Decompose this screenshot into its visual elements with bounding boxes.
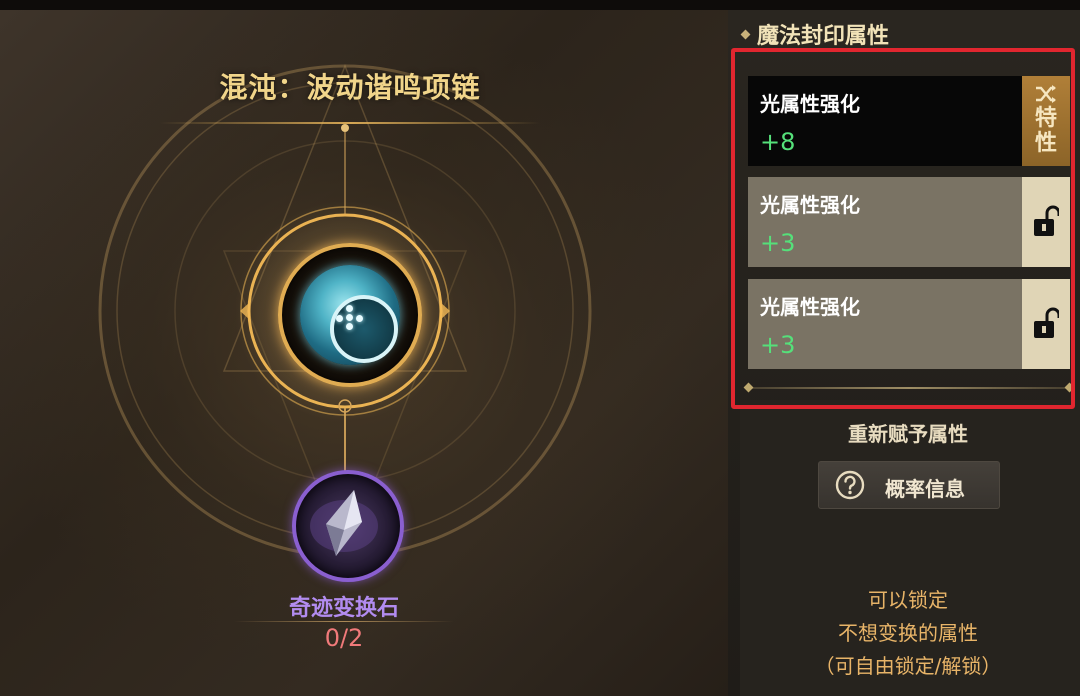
gem-dot [336, 315, 343, 322]
probability-info-button[interactable]: 概率信息 [818, 461, 1000, 509]
necklace-item-icon[interactable] [278, 243, 422, 387]
diamond-bullet-icon [740, 29, 751, 39]
seal-section-title: 魔法封印属性 [757, 24, 890, 49]
seal-section-header: 魔法封印属性 [740, 18, 890, 50]
miracle-stone-slot[interactable] [292, 470, 404, 582]
hint-line-1: 可以锁定 [868, 588, 948, 612]
hint-line-2: 不想变换的属性 [838, 621, 978, 645]
probability-info-label: 概率信息 [885, 477, 965, 501]
gem-dot [356, 315, 363, 322]
gem-dot [346, 305, 353, 312]
pendant-ring-icon [330, 295, 398, 363]
question-circle-icon [835, 470, 865, 500]
material-count: 0/2 [324, 624, 364, 652]
material-name: 奇迹变换石 [288, 596, 399, 621]
gem-dot [346, 314, 353, 321]
hint-line-3: （可自由锁定/解锁） [814, 654, 1002, 678]
title-divider [160, 122, 540, 124]
crystal-icon [310, 490, 378, 556]
material-divider [234, 621, 454, 622]
gem-dot [346, 323, 353, 330]
necklace-gem-icon [300, 265, 400, 365]
item-title: 混沌：波动谐鸣项链 [219, 71, 481, 104]
highlight-annotation-box [731, 48, 1075, 409]
reassign-attribute-label: 重新赋予属性 [848, 422, 968, 446]
